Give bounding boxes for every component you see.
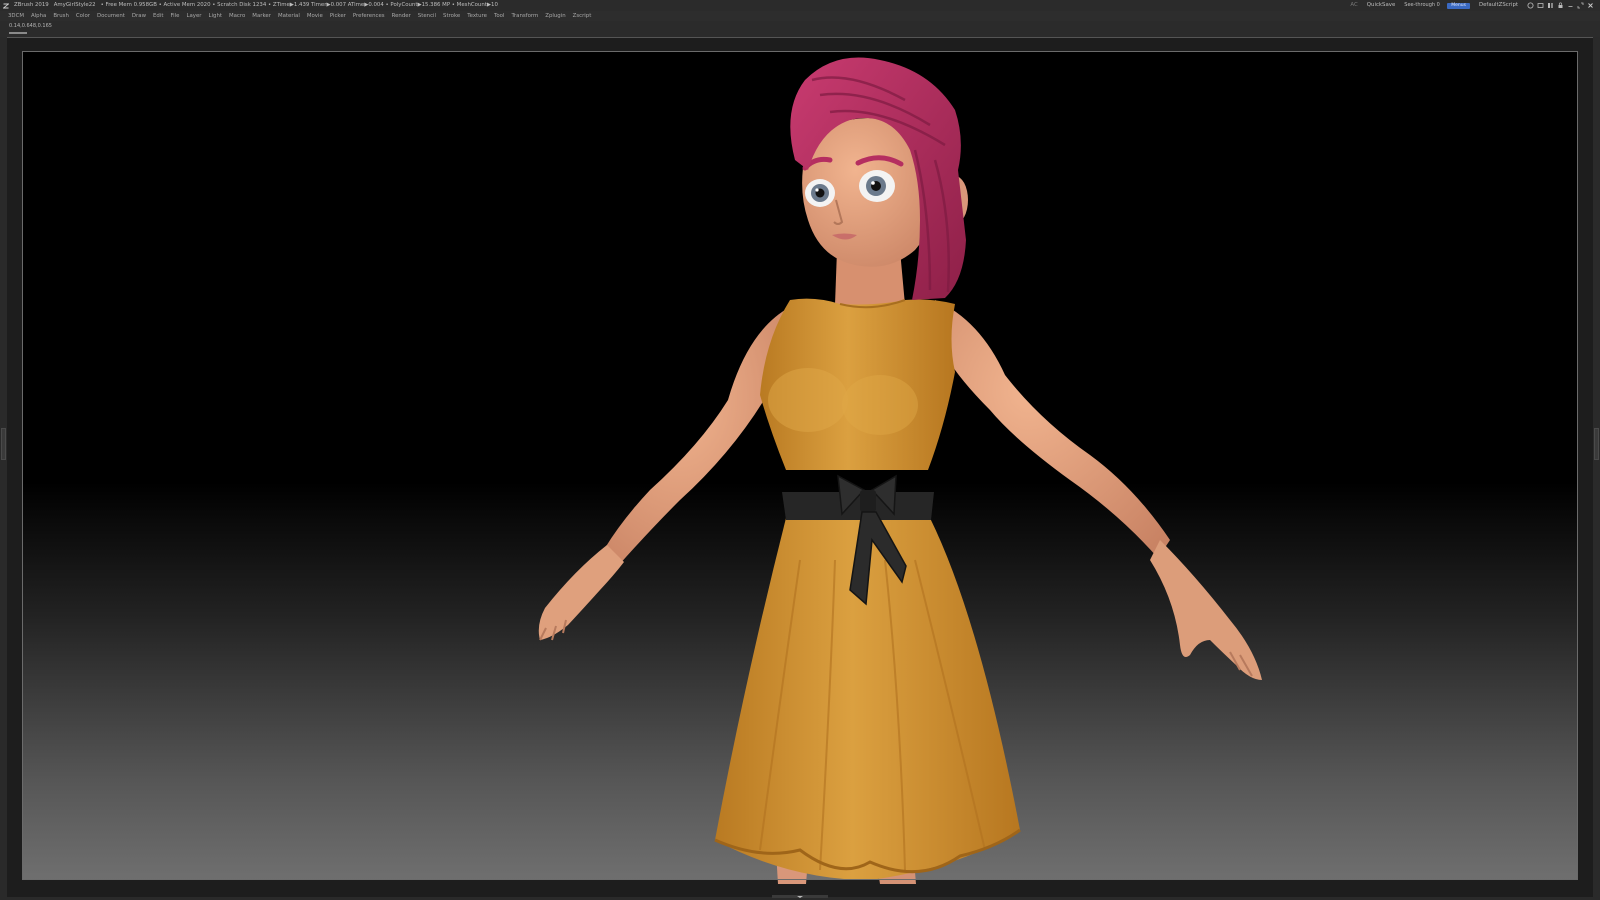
- right-arm: [935, 300, 1262, 680]
- bottom-tray-handle[interactable]: [772, 893, 828, 900]
- left-arm: [538, 307, 790, 641]
- character-model: [538, 57, 1262, 884]
- dress-bodice: [760, 298, 955, 470]
